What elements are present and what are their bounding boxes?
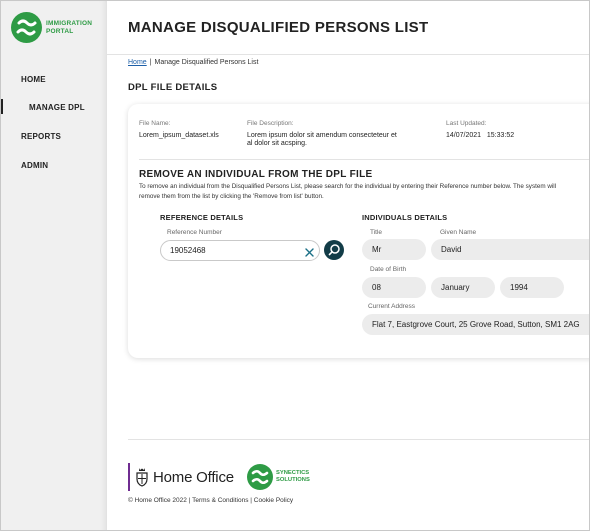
search-icon bbox=[328, 244, 340, 256]
synectics-line-2: SOLUTIONS bbox=[276, 477, 310, 483]
last-updated-time: 15:33:52 bbox=[486, 132, 515, 139]
sidebar-item-reports[interactable]: REPORTS bbox=[21, 132, 61, 141]
close-icon[interactable] bbox=[304, 245, 315, 257]
title-label: Title bbox=[370, 229, 383, 236]
reference-number-label: Reference Number bbox=[167, 229, 222, 236]
synectics-line-1: SYNECTICS bbox=[276, 470, 310, 476]
page-title: MANAGE DISQUALIFIED PERSONS LIST bbox=[128, 19, 429, 36]
footer-separator: | bbox=[188, 497, 191, 504]
last-updated-date: 14/07/2021 bbox=[446, 132, 482, 139]
date-of-birth-label: Date of Birth bbox=[370, 266, 407, 273]
given-name-label: Given Name bbox=[440, 229, 477, 236]
footer-links: © Home Office 2022 | Terms & Conditions … bbox=[128, 497, 293, 504]
current-address-field[interactable]: Flat 7, Eastgrove Court, 25 Grove Road, … bbox=[362, 314, 589, 335]
file-description-line-1: Lorem ipsum dolor sit amendum consectete… bbox=[247, 132, 397, 139]
file-description-line-2: al dolor sit acsping. bbox=[247, 140, 307, 147]
reference-number-value: 19052468 bbox=[170, 246, 206, 255]
file-name-value: Lorem_ipsum_dataset.xls bbox=[139, 132, 219, 139]
footer-divider bbox=[128, 439, 589, 440]
synectics-logo-icon bbox=[247, 464, 273, 490]
active-indicator bbox=[1, 99, 3, 114]
sidebar-item-manage-dpl[interactable]: MANAGE DPL bbox=[29, 103, 85, 112]
copyright-text: © Home Office 2022 bbox=[128, 497, 187, 504]
search-button[interactable] bbox=[324, 240, 344, 260]
header-divider bbox=[107, 54, 589, 55]
remove-description-line-2: remove them from the list by clicking th… bbox=[139, 192, 324, 200]
synectics-logo[interactable]: SYNECTICS SOLUTIONS bbox=[247, 464, 310, 490]
remove-description-line-1: To remove an individual from the Disqual… bbox=[139, 183, 557, 190]
brand-logo[interactable]: IMMIGRATION PORTAL bbox=[11, 12, 92, 43]
breadcrumb-current: Manage Disqualified Persons List bbox=[154, 59, 259, 66]
breadcrumb: Home | Manage Disqualified Persons List bbox=[128, 59, 258, 66]
file-details-heading: DPL FILE DETAILS bbox=[128, 82, 218, 93]
brand-line-1: IMMIGRATION bbox=[46, 20, 93, 27]
reference-number-input[interactable]: 19052468 bbox=[160, 240, 320, 261]
breadcrumb-separator: | bbox=[149, 59, 152, 66]
cookie-policy-link[interactable]: Cookie Policy bbox=[254, 497, 293, 504]
file-description-value: Lorem ipsum dolor sit amendum consectete… bbox=[247, 132, 397, 148]
file-description-label: File Description: bbox=[247, 120, 294, 127]
card-divider bbox=[139, 159, 589, 160]
remove-description: To remove an individual from the Disqual… bbox=[139, 182, 589, 201]
brand-line-2: PORTAL bbox=[46, 27, 74, 35]
portal-logo-icon bbox=[11, 12, 42, 43]
home-office-accent-bar bbox=[128, 463, 130, 491]
sidebar-item-home[interactable]: HOME bbox=[21, 75, 46, 84]
footer-separator: | bbox=[250, 497, 252, 504]
last-updated-value: 14/07/2021 15:33:52 bbox=[446, 132, 514, 140]
breadcrumb-home-link[interactable]: Home bbox=[128, 59, 147, 66]
dob-month-field[interactable]: January bbox=[431, 277, 495, 298]
last-updated-label: Last Updated: bbox=[446, 120, 487, 127]
crest-icon bbox=[136, 468, 148, 487]
given-name-field[interactable]: David bbox=[431, 239, 589, 260]
sidebar-item-admin[interactable]: ADMIN bbox=[21, 161, 48, 170]
dob-year-field[interactable]: 1994 bbox=[500, 277, 564, 298]
title-field[interactable]: Mr bbox=[362, 239, 426, 260]
dob-day-field[interactable]: 08 bbox=[362, 277, 426, 298]
brand-name: IMMIGRATION PORTAL bbox=[46, 20, 92, 35]
home-office-name: Home Office bbox=[153, 468, 234, 486]
app-window: IMMIGRATION PORTAL HOME MANAGE DPL REPOR… bbox=[0, 0, 590, 531]
file-name-label: File Name: bbox=[139, 120, 171, 127]
home-office-logo[interactable]: Home Office bbox=[128, 463, 234, 491]
sidebar: IMMIGRATION PORTAL HOME MANAGE DPL REPOR… bbox=[1, 1, 107, 530]
current-address-label: Current Address bbox=[368, 303, 415, 310]
synectics-name: SYNECTICS SOLUTIONS bbox=[276, 470, 310, 484]
individuals-details-heading: INDIVIDUALS DETAILS bbox=[362, 213, 448, 222]
remove-heading: REMOVE AN INDIVIDUAL FROM THE DPL FILE bbox=[139, 169, 373, 180]
terms-link[interactable]: Terms & Conditions bbox=[192, 497, 248, 504]
reference-details-heading: REFERENCE DETAILS bbox=[160, 213, 244, 222]
